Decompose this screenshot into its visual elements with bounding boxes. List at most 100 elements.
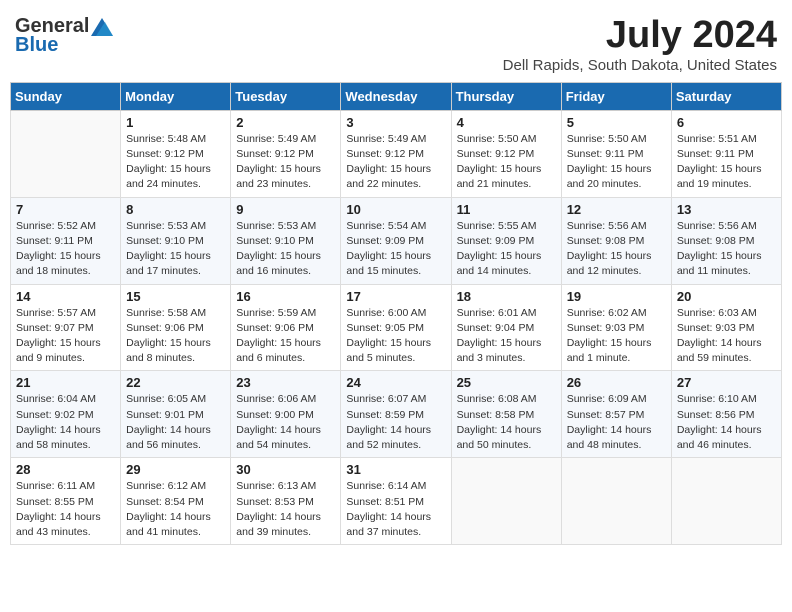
weekday-header-thursday: Thursday (451, 82, 561, 110)
calendar-week-row: 7 Sunrise: 5:52 AMSunset: 9:11 PMDaylight… (11, 197, 782, 284)
day-number: 4 (457, 115, 556, 130)
day-number: 29 (126, 462, 225, 477)
calendar-cell: 21 Sunrise: 6:04 AMSunset: 9:02 PMDayligh… (11, 371, 121, 458)
calendar-cell: 12 Sunrise: 5:56 AMSunset: 9:08 PMDayligh… (561, 197, 671, 284)
day-info: Sunrise: 6:12 AMSunset: 8:54 PMDaylight:… (126, 479, 225, 540)
calendar-cell: 10Sunrise: 5:54 AMSunset: 9:09 PMDayligh… (341, 197, 451, 284)
day-info: Sunrise: 6:02 AMSunset: 9:03 PMDaylight:… (567, 306, 666, 367)
logo: General Blue (15, 15, 113, 57)
calendar-cell: 24 Sunrise: 6:07 AMSunset: 8:59 PMDayligh… (341, 371, 451, 458)
calendar-cell (11, 110, 121, 197)
day-number: 27 (677, 375, 776, 390)
day-number: 26 (567, 375, 666, 390)
day-number: 30 (236, 462, 335, 477)
day-info: Sunrise: 6:05 AMSunset: 9:01 PMDaylight:… (126, 392, 225, 453)
logo-icon (91, 18, 113, 36)
day-number: 24 (346, 375, 445, 390)
day-info: Sunrise: 6:03 AMSunset: 9:03 PMDaylight:… (677, 306, 776, 367)
weekday-header-friday: Friday (561, 82, 671, 110)
day-info: Sunrise: 5:55 AMSunset: 9:09 PMDaylight:… (457, 219, 556, 280)
day-info: Sunrise: 6:13 AMSunset: 8:53 PMDaylight:… (236, 479, 335, 540)
calendar-cell: 8 Sunrise: 5:53 AMSunset: 9:10 PMDaylight… (121, 197, 231, 284)
day-info: Sunrise: 6:07 AMSunset: 8:59 PMDaylight:… (346, 392, 445, 453)
calendar-cell: 25 Sunrise: 6:08 AMSunset: 8:58 PMDayligh… (451, 371, 561, 458)
day-number: 8 (126, 202, 225, 217)
calendar-cell: 3Sunrise: 5:49 AMSunset: 9:12 PMDaylight… (341, 110, 451, 197)
day-number: 15 (126, 289, 225, 304)
day-info: Sunrise: 5:50 AMSunset: 9:12 PMDaylight:… (457, 132, 556, 193)
header: General Blue July 2024 Dell Rapids, Sout… (10, 10, 782, 74)
weekday-header-tuesday: Tuesday (231, 82, 341, 110)
day-info: Sunrise: 5:48 AMSunset: 9:12 PMDaylight:… (126, 132, 225, 193)
day-number: 22 (126, 375, 225, 390)
day-number: 25 (457, 375, 556, 390)
calendar-cell: 9Sunrise: 5:53 AMSunset: 9:10 PMDaylight… (231, 197, 341, 284)
day-info: Sunrise: 5:53 AMSunset: 9:10 PMDaylight:… (126, 219, 225, 280)
calendar-cell: 23 Sunrise: 6:06 AMSunset: 9:00 PMDayligh… (231, 371, 341, 458)
day-info: Sunrise: 5:50 AMSunset: 9:11 PMDaylight:… (567, 132, 666, 193)
day-info: Sunrise: 5:52 AMSunset: 9:11 PMDaylight:… (16, 219, 115, 280)
calendar-cell: 27Sunrise: 6:10 AMSunset: 8:56 PMDayligh… (671, 371, 781, 458)
calendar-cell (671, 458, 781, 545)
calendar-week-row: 21 Sunrise: 6:04 AMSunset: 9:02 PMDayligh… (11, 371, 782, 458)
calendar-cell: 4 Sunrise: 5:50 AMSunset: 9:12 PMDaylight… (451, 110, 561, 197)
day-number: 11 (457, 202, 556, 217)
day-number: 18 (457, 289, 556, 304)
day-info: Sunrise: 5:54 AMSunset: 9:09 PMDaylight:… (346, 219, 445, 280)
day-number: 13 (677, 202, 776, 217)
day-number: 9 (236, 202, 335, 217)
day-info: Sunrise: 6:01 AMSunset: 9:04 PMDaylight:… (457, 306, 556, 367)
day-info: Sunrise: 6:06 AMSunset: 9:00 PMDaylight:… (236, 392, 335, 453)
calendar-cell: 1Sunrise: 5:48 AMSunset: 9:12 PMDaylight… (121, 110, 231, 197)
calendar-cell: 20 Sunrise: 6:03 AMSunset: 9:03 PMDayligh… (671, 284, 781, 371)
day-info: Sunrise: 5:49 AMSunset: 9:12 PMDaylight:… (346, 132, 445, 193)
weekday-header-monday: Monday (121, 82, 231, 110)
calendar-cell: 14Sunrise: 5:57 AMSunset: 9:07 PMDayligh… (11, 284, 121, 371)
calendar-cell: 5 Sunrise: 5:50 AMSunset: 9:11 PMDaylight… (561, 110, 671, 197)
calendar-cell (561, 458, 671, 545)
weekday-header-sunday: Sunday (11, 82, 121, 110)
day-info: Sunrise: 5:56 AMSunset: 9:08 PMDaylight:… (677, 219, 776, 280)
day-info: Sunrise: 6:09 AMSunset: 8:57 PMDaylight:… (567, 392, 666, 453)
day-info: Sunrise: 5:51 AMSunset: 9:11 PMDaylight:… (677, 132, 776, 193)
calendar-week-row: 14Sunrise: 5:57 AMSunset: 9:07 PMDayligh… (11, 284, 782, 371)
month-year: July 2024 (503, 15, 777, 57)
calendar-cell: 7 Sunrise: 5:52 AMSunset: 9:11 PMDaylight… (11, 197, 121, 284)
day-number: 12 (567, 202, 666, 217)
calendar-cell: 29 Sunrise: 6:12 AMSunset: 8:54 PMDayligh… (121, 458, 231, 545)
calendar-cell: 2Sunrise: 5:49 AMSunset: 9:12 PMDaylight… (231, 110, 341, 197)
calendar-week-row: 1Sunrise: 5:48 AMSunset: 9:12 PMDaylight… (11, 110, 782, 197)
day-info: Sunrise: 5:59 AMSunset: 9:06 PMDaylight:… (236, 306, 335, 367)
day-number: 28 (16, 462, 115, 477)
day-info: Sunrise: 6:04 AMSunset: 9:02 PMDaylight:… (16, 392, 115, 453)
day-info: Sunrise: 6:00 AMSunset: 9:05 PMDaylight:… (346, 306, 445, 367)
day-number: 23 (236, 375, 335, 390)
day-number: 17 (346, 289, 445, 304)
day-number: 7 (16, 202, 115, 217)
calendar-week-row: 28 Sunrise: 6:11 AMSunset: 8:55 PMDayligh… (11, 458, 782, 545)
day-number: 5 (567, 115, 666, 130)
day-info: Sunrise: 5:56 AMSunset: 9:08 PMDaylight:… (567, 219, 666, 280)
day-info: Sunrise: 6:14 AMSunset: 8:51 PMDaylight:… (346, 479, 445, 540)
calendar-cell: 31Sunrise: 6:14 AMSunset: 8:51 PMDayligh… (341, 458, 451, 545)
day-number: 19 (567, 289, 666, 304)
calendar-cell: 19 Sunrise: 6:02 AMSunset: 9:03 PMDayligh… (561, 284, 671, 371)
weekday-header-wednesday: Wednesday (341, 82, 451, 110)
calendar-cell (451, 458, 561, 545)
day-number: 2 (236, 115, 335, 130)
day-number: 20 (677, 289, 776, 304)
day-info: Sunrise: 5:58 AMSunset: 9:06 PMDaylight:… (126, 306, 225, 367)
day-number: 21 (16, 375, 115, 390)
calendar-cell: 22 Sunrise: 6:05 AMSunset: 9:01 PMDayligh… (121, 371, 231, 458)
day-number: 6 (677, 115, 776, 130)
day-info: Sunrise: 6:11 AMSunset: 8:55 PMDaylight:… (16, 479, 115, 540)
weekday-header-saturday: Saturday (671, 82, 781, 110)
calendar-cell: 16 Sunrise: 5:59 AMSunset: 9:06 PMDayligh… (231, 284, 341, 371)
weekday-header-row: SundayMondayTuesdayWednesdayThursdayFrid… (11, 82, 782, 110)
logo-blue: Blue (15, 34, 58, 57)
calendar-cell: 26 Sunrise: 6:09 AMSunset: 8:57 PMDayligh… (561, 371, 671, 458)
day-info: Sunrise: 6:08 AMSunset: 8:58 PMDaylight:… (457, 392, 556, 453)
day-number: 16 (236, 289, 335, 304)
calendar-cell: 13 Sunrise: 5:56 AMSunset: 9:08 PMDayligh… (671, 197, 781, 284)
calendar-cell: 28 Sunrise: 6:11 AMSunset: 8:55 PMDayligh… (11, 458, 121, 545)
